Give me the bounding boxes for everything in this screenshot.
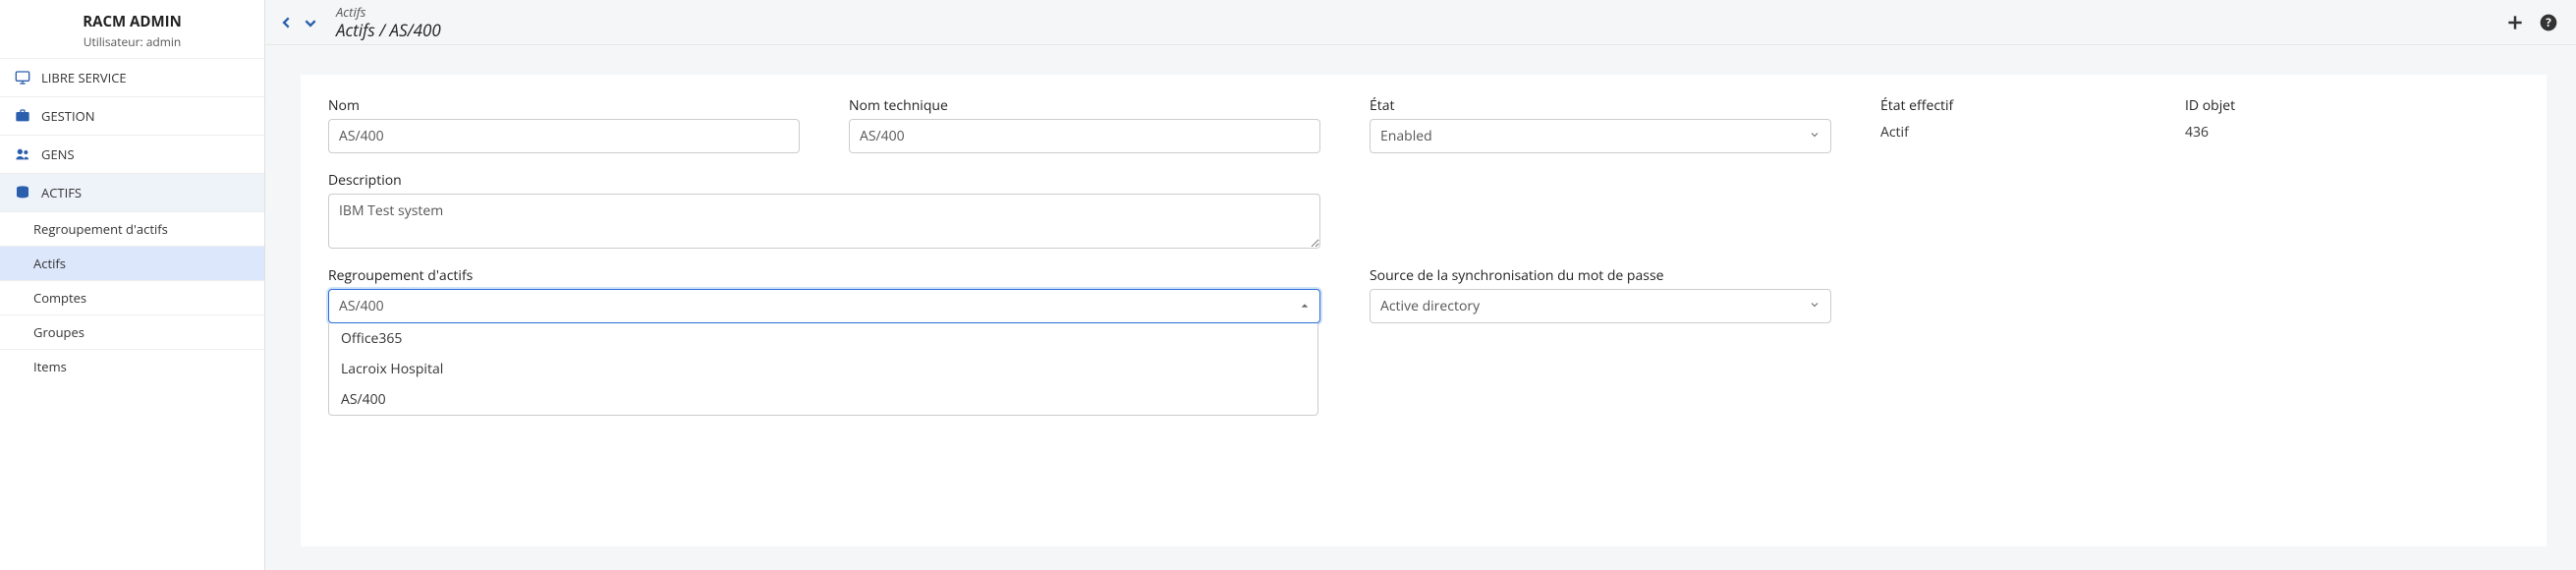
caret-up-icon [1300,298,1310,314]
briefcase-icon [14,108,31,124]
help-button[interactable]: ? [2535,9,2562,36]
field-description: Description [328,171,1320,249]
dropdown-option[interactable]: AS/400 [329,384,1317,415]
sidebar: RACM ADMIN Utilisateur: admin LIBRE SERV… [0,0,265,570]
sidebar-item-actifs[interactable]: ACTIFS [0,173,264,211]
field-etat-effectif: État effectif Actif [1880,96,2136,142]
app-title: RACM ADMIN [16,12,249,31]
sidebar-subitem-comptes[interactable]: Comptes [0,280,264,314]
source-sync-value: Active directory [1380,297,1480,315]
description-label: Description [328,171,1320,190]
breadcrumb-path: Actifs / AS/400 [336,20,441,40]
users-icon [14,146,31,162]
nav-arrows [277,13,320,32]
field-nom-technique: Nom technique [849,96,1320,153]
dropdown-option[interactable]: Office365 [329,323,1317,354]
database-icon [14,185,31,200]
nom-technique-input[interactable] [849,119,1320,153]
etat-effectif-label: État effectif [1880,96,2136,115]
detail-panel: Nom Nom technique État Enabled [301,75,2547,546]
field-source-sync: Source de la synchronisation du mot de p… [1370,266,1831,323]
main-area: Actifs Actifs / AS/400 ? Nom Nom techniq… [265,0,2576,570]
nom-technique-label: Nom technique [849,96,1320,115]
sidebar-item-label: GENS [41,145,75,163]
breadcrumb-section: Actifs [336,4,441,20]
field-nom: Nom [328,96,800,153]
regroupement-dropdown[interactable]: Office365 Lacroix Hospital AS/400 [328,323,1318,416]
add-button[interactable] [2501,9,2529,36]
field-regroupement: Regroupement d'actifs AS/400 Office365 L… [328,266,1320,323]
source-sync-select[interactable]: Active directory [1370,289,1831,323]
svg-text:?: ? [2546,16,2551,30]
chevron-down-icon [1809,128,1820,144]
regroupement-value: AS/400 [339,297,384,315]
etat-select[interactable]: Enabled [1370,119,1831,153]
id-objet-label: ID objet [2185,96,2303,115]
breadcrumb: Actifs Actifs / AS/400 [336,4,441,41]
sidebar-subitem-groupes[interactable]: Groupes [0,314,264,349]
field-etat: État Enabled [1370,96,1831,153]
chevron-down-icon [1809,298,1820,314]
back-button[interactable] [277,13,297,32]
content-wrap: Nom Nom technique État Enabled [265,45,2576,570]
source-sync-label: Source de la synchronisation du mot de p… [1370,266,1831,285]
etat-value: Enabled [1380,127,1432,145]
regroupement-label: Regroupement d'actifs [328,266,1320,285]
topbar: Actifs Actifs / AS/400 ? [265,0,2576,45]
sidebar-item-label: GESTION [41,107,95,125]
sidebar-item-libre-service[interactable]: LIBRE SERVICE [0,58,264,96]
etat-label: État [1370,96,1831,115]
sidebar-subitem-actifs[interactable]: Actifs [0,246,264,280]
sidebar-item-gestion[interactable]: GESTION [0,96,264,135]
down-button[interactable] [301,13,320,32]
nom-label: Nom [328,96,800,115]
description-textarea[interactable] [328,194,1320,249]
sidebar-item-gens[interactable]: GENS [0,135,264,173]
etat-effectif-value: Actif [1880,123,2136,142]
monitor-icon [14,70,31,86]
regroupement-combobox[interactable]: AS/400 [328,289,1320,323]
field-id-objet: ID objet 436 [2185,96,2303,142]
sidebar-subitem-regroupement[interactable]: Regroupement d'actifs [0,211,264,246]
nom-input[interactable] [328,119,800,153]
dropdown-option[interactable]: Lacroix Hospital [329,354,1317,384]
current-user-label: Utilisateur: admin [16,33,249,50]
sidebar-item-label: LIBRE SERVICE [41,69,127,86]
sidebar-subitem-items[interactable]: Items [0,349,264,383]
sidebar-subnav-actifs: Regroupement d'actifs Actifs Comptes Gro… [0,211,264,383]
id-objet-value: 436 [2185,123,2303,142]
sidebar-header: RACM ADMIN Utilisateur: admin [0,0,264,58]
sidebar-item-label: ACTIFS [41,184,82,201]
